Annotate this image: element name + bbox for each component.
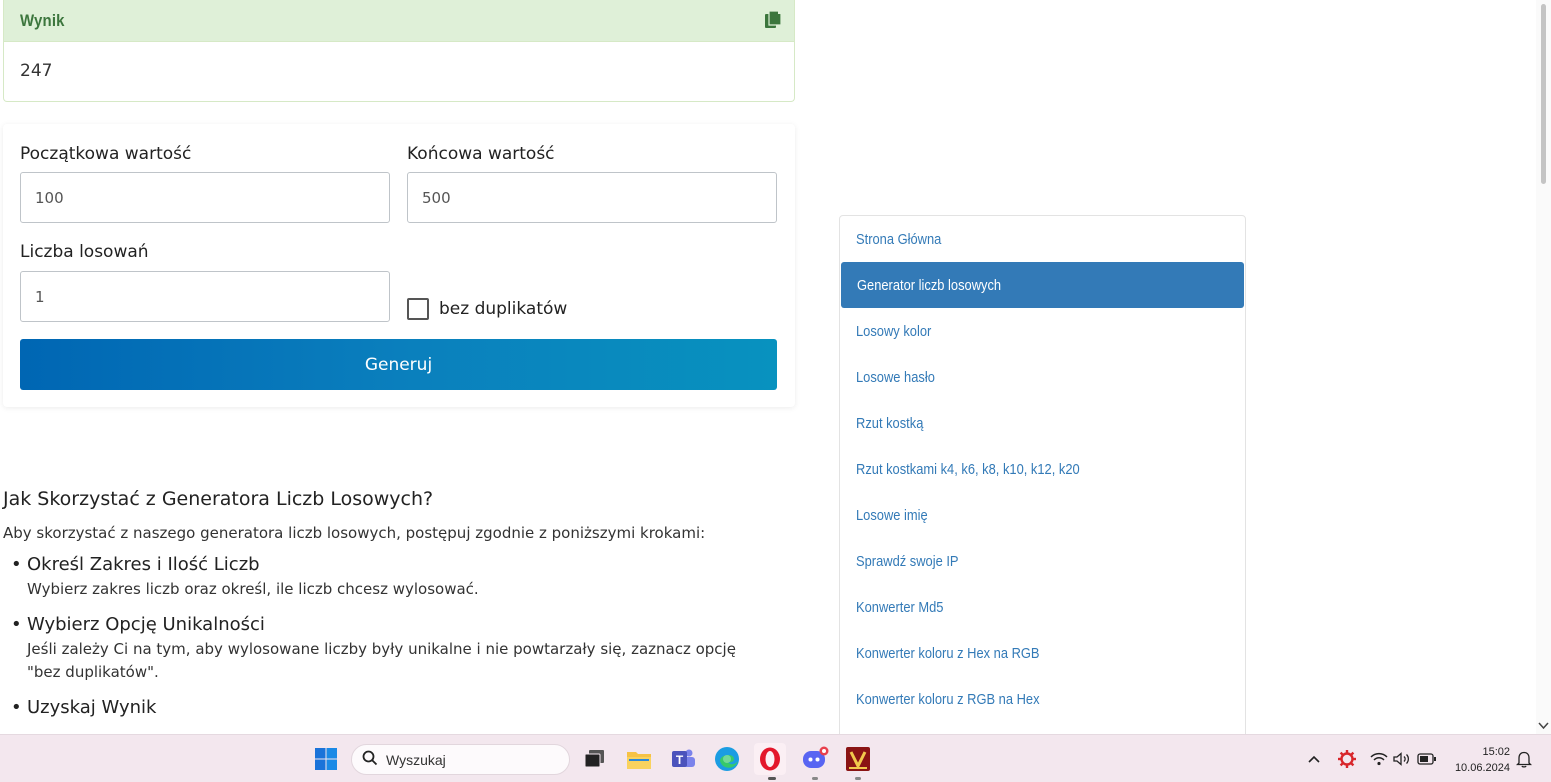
taskbar: Wyszukaj T 15:02 10.06.2024: [0, 734, 1551, 782]
start-value-label: Początkowa wartość: [20, 144, 192, 164]
result-title: Wynik: [20, 11, 65, 30]
step-title: Uzyskaj Wynik: [27, 697, 157, 718]
step-description: Wybierz zakres liczb oraz określ, ile li…: [27, 580, 479, 598]
nav-item-label: Losowe hasło: [856, 368, 935, 386]
step-title: Wybierz Opcję Unikalności: [27, 614, 265, 635]
steps-list: Określ Zakres i Ilość Liczb Wybierz zakr…: [3, 554, 783, 718]
teams-icon[interactable]: T: [667, 743, 699, 775]
nav-item-rgb-to-hex[interactable]: Konwerter koloru z RGB na Hex: [840, 676, 1245, 722]
nav-item-label: Losowy kolor: [856, 322, 932, 340]
nav-item-check-ip[interactable]: Sprawdź swoje IP: [840, 538, 1245, 584]
article-intro: Aby skorzystać z naszego generatora licz…: [3, 524, 706, 542]
list-item: Określ Zakres i Ilość Liczb Wybierz zakr…: [11, 554, 783, 601]
nav-item-multi-dice-roll[interactable]: Rzut kostkami k4, k6, k8, k10, k12, k20: [840, 446, 1245, 492]
draw-count-input[interactable]: [20, 271, 390, 322]
no-duplicates-label[interactable]: bez duplikatów: [439, 299, 567, 319]
nav-item-label: Generator liczb losowych: [857, 276, 1002, 294]
no-duplicates-checkbox[interactable]: [407, 298, 429, 320]
result-header: Wynik: [4, 0, 794, 42]
nav-item-random-password[interactable]: Losowe hasło: [840, 354, 1245, 400]
file-explorer-icon[interactable]: [623, 743, 655, 775]
opera-icon[interactable]: [754, 743, 786, 775]
generator-form: Początkowa wartość Końcowa wartość Liczb…: [3, 124, 795, 407]
no-duplicates-option[interactable]: bez duplikatów: [407, 298, 567, 320]
nav-item-label: Losowe imię: [856, 506, 928, 524]
list-item: Uzyskaj Wynik: [11, 697, 783, 718]
search-icon: [362, 750, 378, 770]
page-scrollbar[interactable]: [1536, 0, 1551, 734]
gear-icon[interactable]: [1334, 743, 1360, 775]
browser-viewport: Wynik 247 Początkowa wartość Końcowa war…: [0, 0, 1551, 734]
search-placeholder: Wyszukaj: [386, 751, 446, 768]
clock-date: 10.06.2024: [1454, 762, 1510, 774]
nav-item-home[interactable]: Strona Główna: [840, 216, 1245, 262]
nav-item-md5-converter[interactable]: Konwerter Md5: [840, 584, 1245, 630]
nav-item-label: Konwerter koloru z RGB na Hex: [856, 690, 1040, 708]
nav-item-random-name[interactable]: Losowe imię: [840, 492, 1245, 538]
discord-running-indicator: [812, 777, 818, 780]
task-view-icon[interactable]: [579, 743, 611, 775]
svg-text:T: T: [676, 753, 684, 767]
app-running-indicator: [855, 777, 861, 780]
taskbar-search[interactable]: Wyszukaj: [351, 744, 570, 775]
nav-item-hex-to-rgb[interactable]: Konwerter koloru z Hex na RGB: [840, 630, 1245, 676]
article-title: Jak Skorzystać z Generatora Liczb Losowy…: [3, 488, 434, 510]
wifi-icon[interactable]: [1368, 743, 1390, 775]
step-title: Określ Zakres i Ilość Liczb: [27, 554, 260, 575]
discord-icon[interactable]: [799, 743, 831, 775]
scrollbar-thumb[interactable]: [1541, 4, 1546, 184]
scroll-down-arrow-icon[interactable]: [1538, 722, 1549, 732]
windows-start-icon[interactable]: [310, 743, 342, 775]
opera-running-indicator: [768, 777, 776, 780]
battery-icon[interactable]: [1415, 743, 1439, 775]
nav-item-label: Rzut kostkami k4, k6, k8, k10, k12, k20: [856, 460, 1080, 478]
nav-item-label: Strona Główna: [856, 230, 942, 248]
list-item: Wybierz Opcję Unikalności Jeśli zależy C…: [11, 614, 783, 684]
notification-bell-icon[interactable]: [1512, 743, 1536, 775]
nav-item-label: Konwerter koloru z Hex na RGB: [856, 644, 1040, 662]
sidebar-nav: Strona Główna Generator liczb losowych L…: [839, 215, 1246, 734]
end-value-input[interactable]: [407, 172, 777, 223]
clock-time: 15:02: [1482, 746, 1510, 758]
end-value-label: Końcowa wartość: [407, 144, 555, 164]
start-value-input[interactable]: [20, 172, 390, 223]
copy-icon[interactable]: [764, 10, 782, 30]
app-icon[interactable]: [842, 743, 874, 775]
nav-item-random-color[interactable]: Losowy kolor: [840, 308, 1245, 354]
step-description: Jeśli zależy Ci na tym, aby wylosowane l…: [27, 640, 736, 681]
nav-item-label: Sprawdź swoje IP: [856, 552, 959, 570]
result-value: 247: [20, 61, 53, 81]
system-clock[interactable]: 15:02 10.06.2024: [1448, 744, 1510, 776]
chevron-up-icon[interactable]: [1301, 743, 1327, 775]
edge-icon[interactable]: [711, 743, 743, 775]
nav-item-label: Rzut kostką: [856, 414, 924, 432]
nav-item-label: Konwerter Md5: [856, 598, 944, 616]
generate-button[interactable]: Generuj: [20, 339, 777, 390]
nav-item-dice-roll[interactable]: Rzut kostką: [840, 400, 1245, 446]
draw-count-label: Liczba losowań: [20, 242, 149, 262]
instructions-article: Jak Skorzystać z Generatora Liczb Losowy…: [3, 488, 783, 731]
nav-item-random-number-generator[interactable]: Generator liczb losowych: [841, 262, 1244, 308]
result-card: Wynik 247: [3, 0, 795, 102]
volume-icon[interactable]: [1391, 743, 1413, 775]
